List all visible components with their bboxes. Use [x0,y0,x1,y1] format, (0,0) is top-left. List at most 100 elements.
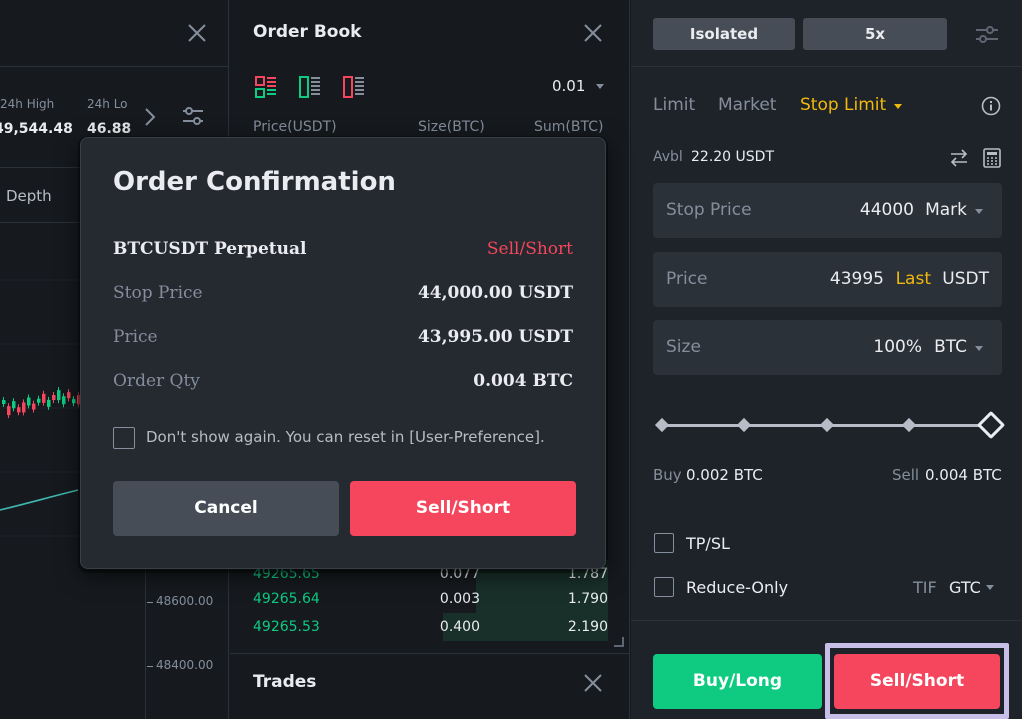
price-tick-48400: 48400.00 [146,658,214,672]
slider-step-25[interactable] [736,417,752,433]
row-sum: 1.790 [567,591,608,607]
chevron-right-icon[interactable] [143,107,157,127]
price-axis-line [145,560,146,719]
stat-value-24h-high: 49,544.48 [0,121,73,137]
divider [0,66,228,67]
size-slider-handle[interactable] [976,410,1006,440]
slider-step-50[interactable] [819,417,835,433]
size-field[interactable]: Size 100% BTC [653,320,1002,375]
margin-mode-button[interactable]: Isolated [653,18,795,50]
chevron-down-icon[interactable] [986,585,994,590]
reduce-only-label: Reduce-Only [686,578,789,597]
candle [32,400,36,413]
stat-value-24h-low: 46.88 [87,121,132,137]
candle [42,390,46,406]
order-confirmation-dialog: Order Confirmation BTCUSDT Perpetual Sel… [80,137,606,569]
chevron-down-icon[interactable] [975,346,983,351]
order-qty-value: 0.004 BTC [473,371,573,391]
order-book-both-view-icon[interactable] [255,76,277,98]
leverage-button[interactable]: 5x [803,18,947,50]
candle [2,397,6,407]
chart-settings-icon[interactable] [181,104,205,128]
dialog-title: Order Confirmation [113,167,396,197]
slider-step-0[interactable] [654,417,670,433]
reduce-only-checkbox[interactable] [654,577,674,597]
stat-label-24h-low: 24h Lo [87,97,128,111]
dont-show-again-checkbox[interactable] [113,427,135,449]
close-icon[interactable] [582,22,604,44]
row-size: 0.400 [439,619,480,635]
tab-limit[interactable]: Limit [653,95,695,115]
tab-stop-limit[interactable]: Stop Limit [800,95,886,115]
tif-label: TIF [913,578,937,597]
sell-qty-value: 0.004 BTC [925,466,1002,484]
trades-title: Trades [253,672,317,692]
tab-market[interactable]: Market [718,95,776,115]
row-size: 0.003 [439,591,480,607]
sell-qty-label: Sell [892,466,920,484]
candle [7,403,11,419]
info-icon[interactable] [981,96,1001,116]
candle [22,399,26,416]
column-header-size: Size(BTC) [418,119,485,135]
order-book-buy-view-icon[interactable] [299,76,321,98]
price-label: Price [113,327,158,347]
stop-price-input[interactable]: 44000 [860,200,914,220]
moving-average-line [0,489,79,511]
slider-step-75[interactable] [901,417,917,433]
stat-label-24h-high: 24h High [0,97,55,111]
order-qty-label: Order Qty [113,371,200,391]
tif-select[interactable]: GTC [949,578,981,597]
price-value: 43,995.00 USDT [417,327,573,347]
candle [27,394,31,409]
resize-handle[interactable] [614,637,624,647]
size-label: Size [666,337,701,357]
close-icon[interactable] [582,672,604,694]
size-unit-select[interactable]: BTC [934,337,967,357]
candle [72,396,76,407]
price-field[interactable]: Price 43995 Last USDT [653,252,1002,307]
price-input[interactable]: 43995 [830,269,884,289]
stop-price-value: 44,000.00 USDT [417,283,573,303]
tab-depth[interactable]: Depth [6,187,52,205]
dont-show-again-label[interactable]: Don't show again. You can reset in [User… [146,428,545,446]
size-input[interactable]: 100% [873,337,922,357]
order-side: Sell/Short [486,239,573,259]
row-price: 49265.64 [253,591,320,607]
price-unit: USDT [942,269,989,289]
row-sum: 2.190 [567,619,608,635]
table-row[interactable]: 49265.64 0.003 1.790 [250,585,608,613]
calculator-icon[interactable] [983,148,1001,168]
cancel-button[interactable]: Cancel [113,481,339,536]
chevron-down-icon[interactable] [596,84,604,89]
focus-highlight [825,643,1009,719]
price-label: Price [666,269,708,289]
order-book-title: Order Book [253,22,362,42]
row-price: 49265.53 [253,619,320,635]
divider [631,620,1022,621]
buy-qty-label: Buy [653,466,682,484]
order-book-sell-view-icon[interactable] [343,76,365,98]
chevron-down-icon[interactable] [894,104,902,109]
table-row[interactable]: 49265.53 0.400 2.190 [250,613,608,641]
candle [37,395,41,406]
divider [631,66,1022,67]
candle [17,404,21,416]
precision-select[interactable]: 0.01 [552,77,585,95]
order-form: Isolated 5x Limit Market Stop Limit Avbl… [631,0,1022,719]
last-price-button[interactable]: Last [896,269,931,289]
tpsl-checkbox[interactable] [654,533,674,553]
settings-sliders-icon[interactable] [975,22,999,46]
transfer-icon[interactable] [949,148,969,168]
stop-price-trigger-select[interactable]: Mark [925,200,967,220]
buy-long-button[interactable]: Buy/Long [653,654,822,709]
column-header-price: Price(USDT) [253,119,337,135]
divider [230,653,629,654]
price-tick-48600: 48600.00 [146,594,214,608]
close-icon[interactable] [186,22,208,44]
confirm-sell-short-button[interactable]: Sell/Short [350,481,576,536]
buy-qty-value: 0.002 BTC [686,466,763,484]
stop-price-field[interactable]: Stop Price 44000 Mark [653,183,1002,238]
available-label: Avbl [653,149,683,165]
chevron-down-icon[interactable] [975,209,983,214]
